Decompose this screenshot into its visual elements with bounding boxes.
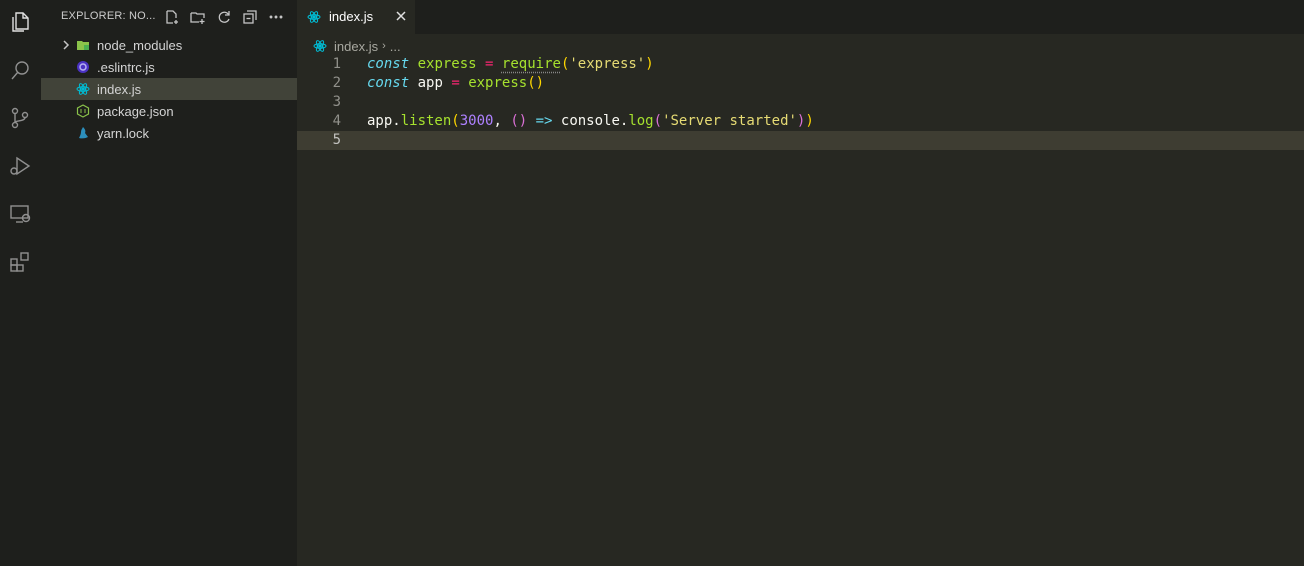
tree-item-label: index.js <box>97 82 142 97</box>
code-line[interactable]: 4 app.listen(3000, () => console.log('Se… <box>297 112 1304 131</box>
new-folder-icon[interactable] <box>189 8 207 26</box>
more-actions-icon[interactable] <box>267 8 285 26</box>
breadcrumb-file[interactable]: index.js <box>334 39 378 54</box>
tree-item-index-js[interactable]: index.js <box>41 78 297 100</box>
extensions-icon[interactable] <box>4 246 36 278</box>
tree-item-label: .eslintrc.js <box>97 60 155 75</box>
chevron-right-icon: › <box>382 40 386 52</box>
files-icon[interactable] <box>4 6 36 38</box>
tree-item-label: package.json <box>97 104 174 119</box>
close-icon[interactable] <box>393 8 409 24</box>
react-icon <box>313 39 327 53</box>
explorer-sidebar: EXPLORER: NO... node_modules .eslintrc.j… <box>41 0 297 566</box>
explorer-header: EXPLORER: NO... <box>41 0 297 34</box>
remote-explorer-icon[interactable] <box>4 198 36 230</box>
search-icon[interactable] <box>4 54 36 86</box>
explorer-actions <box>163 8 285 26</box>
tree-item-eslintrc[interactable]: .eslintrc.js <box>41 56 297 78</box>
run-debug-icon[interactable] <box>4 150 36 182</box>
file-tree: node_modules .eslintrc.js index.js packa… <box>41 34 297 144</box>
react-icon <box>307 10 321 24</box>
collapse-all-icon[interactable] <box>241 8 259 26</box>
breadcrumb-more[interactable]: ... <box>390 39 401 54</box>
tab-bar: index.js <box>297 0 1304 34</box>
tree-item-node-modules[interactable]: node_modules <box>41 34 297 56</box>
code-line-current[interactable]: 5 <box>297 131 1304 150</box>
code-editor[interactable]: 1 const express = require('express') 2 c… <box>297 55 1304 150</box>
source-control-icon[interactable] <box>4 102 36 134</box>
line-number: 1 <box>332 56 341 72</box>
line-content[interactable]: const express = require('express') <box>367 55 654 74</box>
line-number: 4 <box>332 113 341 129</box>
line-number: 3 <box>332 94 341 110</box>
line-content[interactable]: const app = express() <box>367 74 544 93</box>
eslint-icon <box>76 60 90 74</box>
tree-item-package-json[interactable]: package.json <box>41 100 297 122</box>
folder-node-icon <box>76 38 90 52</box>
line-number: 2 <box>332 75 341 91</box>
new-file-icon[interactable] <box>163 8 181 26</box>
tab-title: index.js <box>329 9 374 24</box>
tree-item-label: node_modules <box>97 38 183 53</box>
tree-item-label: yarn.lock <box>97 126 150 141</box>
tab-index-js[interactable]: index.js <box>297 0 415 34</box>
nodejs-icon <box>76 104 90 118</box>
activity-bar <box>0 0 41 566</box>
editor-area: index.js index.js › ... 1 const express … <box>297 0 1304 566</box>
code-line[interactable]: 2 const app = express() <box>297 74 1304 93</box>
tree-item-yarn-lock[interactable]: yarn.lock <box>41 122 297 144</box>
react-icon <box>76 82 90 96</box>
yarn-icon <box>76 126 90 140</box>
chevron-right-icon[interactable] <box>59 38 73 52</box>
breadcrumb: index.js › ... <box>313 36 401 56</box>
refresh-icon[interactable] <box>215 8 233 26</box>
explorer-title: EXPLORER: NO... <box>61 10 156 22</box>
code-line[interactable]: 1 const express = require('express') <box>297 55 1304 74</box>
line-content[interactable]: app.listen(3000, () => console.log('Serv… <box>367 112 814 131</box>
code-line[interactable]: 3 <box>297 93 1304 112</box>
line-number: 5 <box>332 132 341 148</box>
